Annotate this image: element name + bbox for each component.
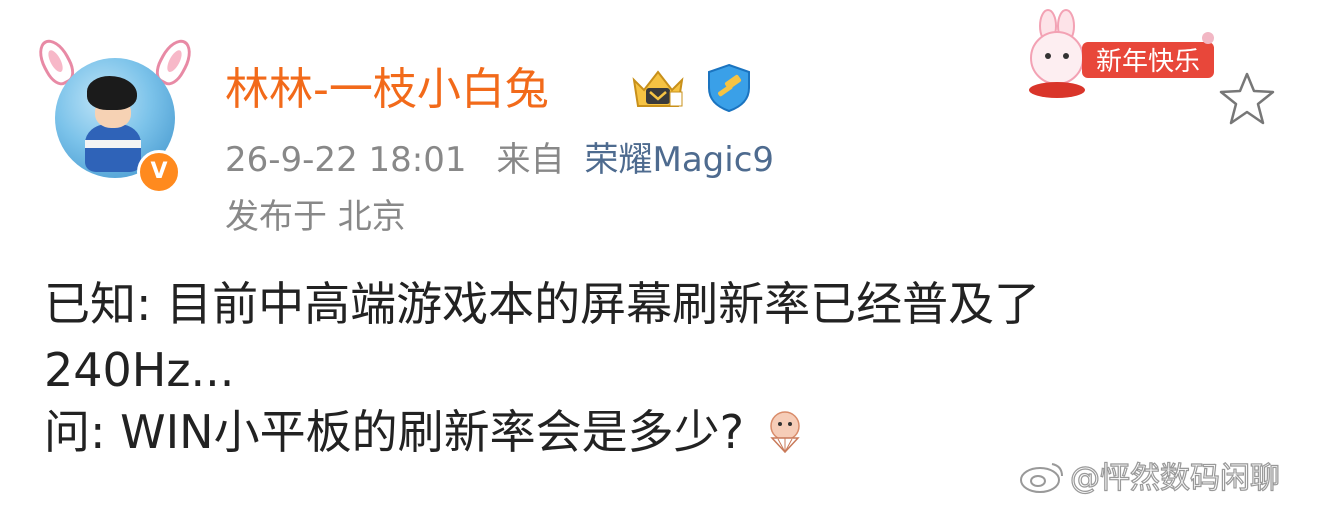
source-link[interactable]: 荣耀Magic9 <box>585 140 775 180</box>
from-label: 来自 <box>496 140 565 180</box>
crown-badge-icon <box>632 70 684 107</box>
fan-emoji-icon <box>770 411 800 454</box>
watermark: @怦然数码闲聊 <box>1018 458 1281 500</box>
post-line-question: 问: WIN小平板的刷新率会是多少? <box>44 404 1274 460</box>
post-line: 240Hz... <box>44 343 235 397</box>
location: 发布于 北京 <box>225 197 406 237</box>
avatar[interactable]: V <box>32 34 198 194</box>
post-line-text: 问: WIN小平板的刷新率会是多少? <box>44 405 744 459</box>
verified-badge: V <box>137 150 181 194</box>
new-year-bunny-sticker: 新年快乐 <box>1029 9 1214 98</box>
watermark-text: @怦然数码闲聊 <box>1069 460 1280 496</box>
post-line: 已知: 目前中高端游戏本的屏幕刷新率已经普及了 <box>44 277 1041 331</box>
shield-badge-icon <box>708 63 750 113</box>
username[interactable]: 林林-一枝小白兔 <box>225 60 549 120</box>
star-icon[interactable] <box>1218 70 1276 128</box>
timestamp: 26-9-22 18:01 <box>225 140 467 180</box>
weibo-logo-icon <box>1020 463 1063 493</box>
sticker-text: 新年快乐 <box>1096 47 1200 77</box>
post-meta: 26-9-22 18:01 来自 荣耀Magic9 <box>225 137 774 183</box>
post-content: 已知: 目前中高端游戏本的屏幕刷新率已经普及了 240Hz... 问: WIN小… <box>44 276 1274 462</box>
